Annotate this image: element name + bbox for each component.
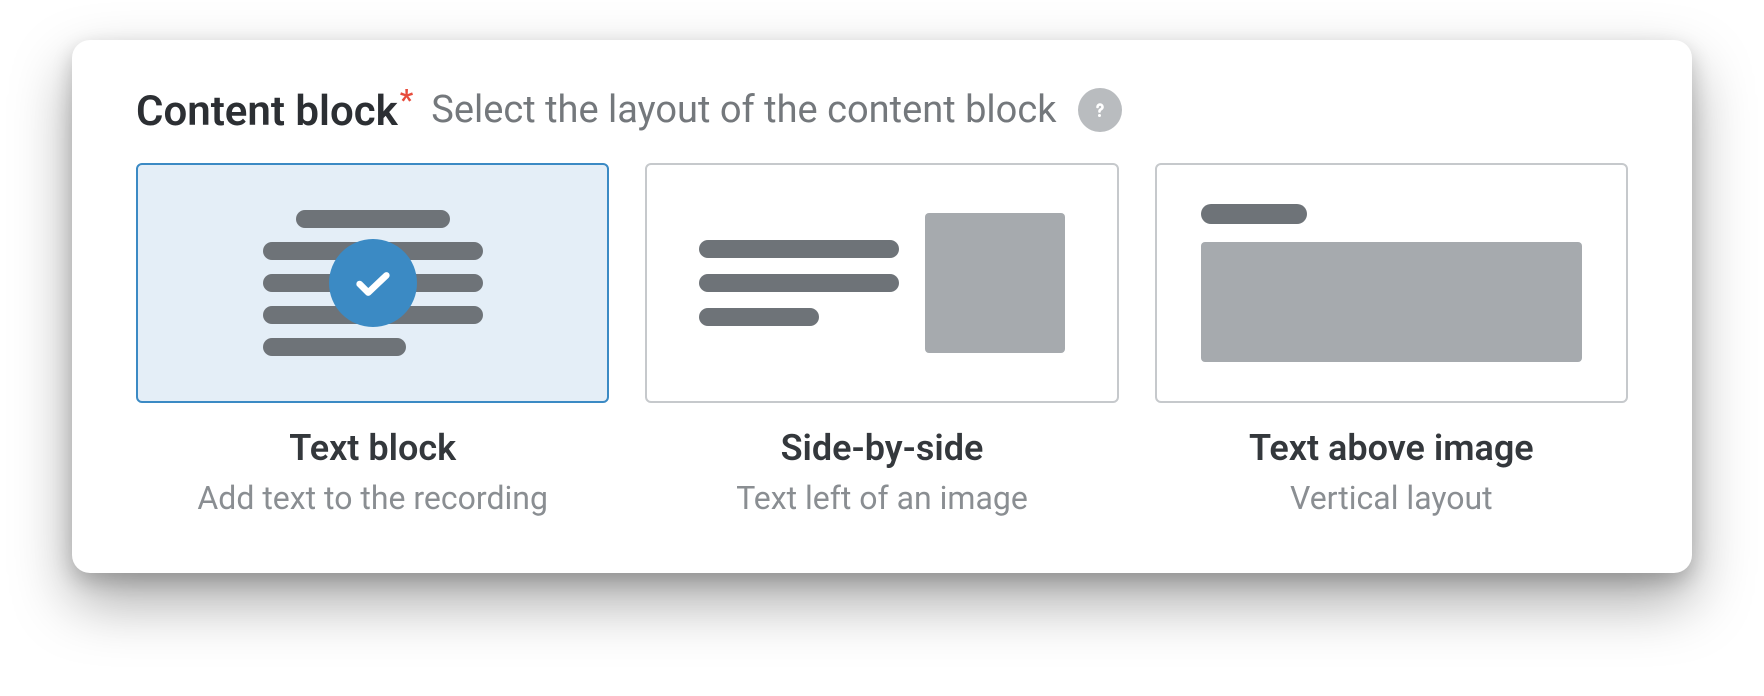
help-icon[interactable]: [1078, 88, 1122, 132]
panel-header: Content block* Select the layout of the …: [136, 84, 1628, 135]
option-card-text-above-image[interactable]: [1155, 163, 1628, 403]
title-text: Content block: [136, 87, 398, 136]
option-side-by-side[interactable]: Side-by-side Text left of an image: [645, 163, 1118, 517]
option-card-text-block[interactable]: [136, 163, 609, 403]
option-text-above-image[interactable]: Text above image Vertical layout: [1155, 163, 1628, 517]
text-above-image-illustration: [1193, 204, 1590, 362]
panel-title: Content block*: [136, 84, 413, 135]
option-title-side-by-side: Side-by-side: [781, 427, 984, 469]
selected-check-icon: [329, 239, 417, 327]
option-text-block[interactable]: Text block Add text to the recording: [136, 163, 609, 517]
option-desc-text-block: Add text to the recording: [197, 479, 548, 517]
content-block-panel: Content block* Select the layout of the …: [72, 40, 1692, 573]
required-asterisk: *: [400, 83, 413, 118]
option-title-text-block: Text block: [289, 427, 456, 469]
layout-options: Text block Add text to the recording Sid…: [136, 163, 1628, 517]
option-card-side-by-side[interactable]: [645, 163, 1118, 403]
option-desc-side-by-side: Text left of an image: [736, 479, 1028, 517]
text-block-illustration: [263, 210, 483, 356]
option-desc-text-above-image: Vertical layout: [1290, 479, 1493, 517]
option-title-text-above-image: Text above image: [1249, 427, 1534, 469]
side-by-side-illustration: [683, 213, 1080, 353]
panel-subtitle: Select the layout of the content block: [431, 88, 1056, 132]
